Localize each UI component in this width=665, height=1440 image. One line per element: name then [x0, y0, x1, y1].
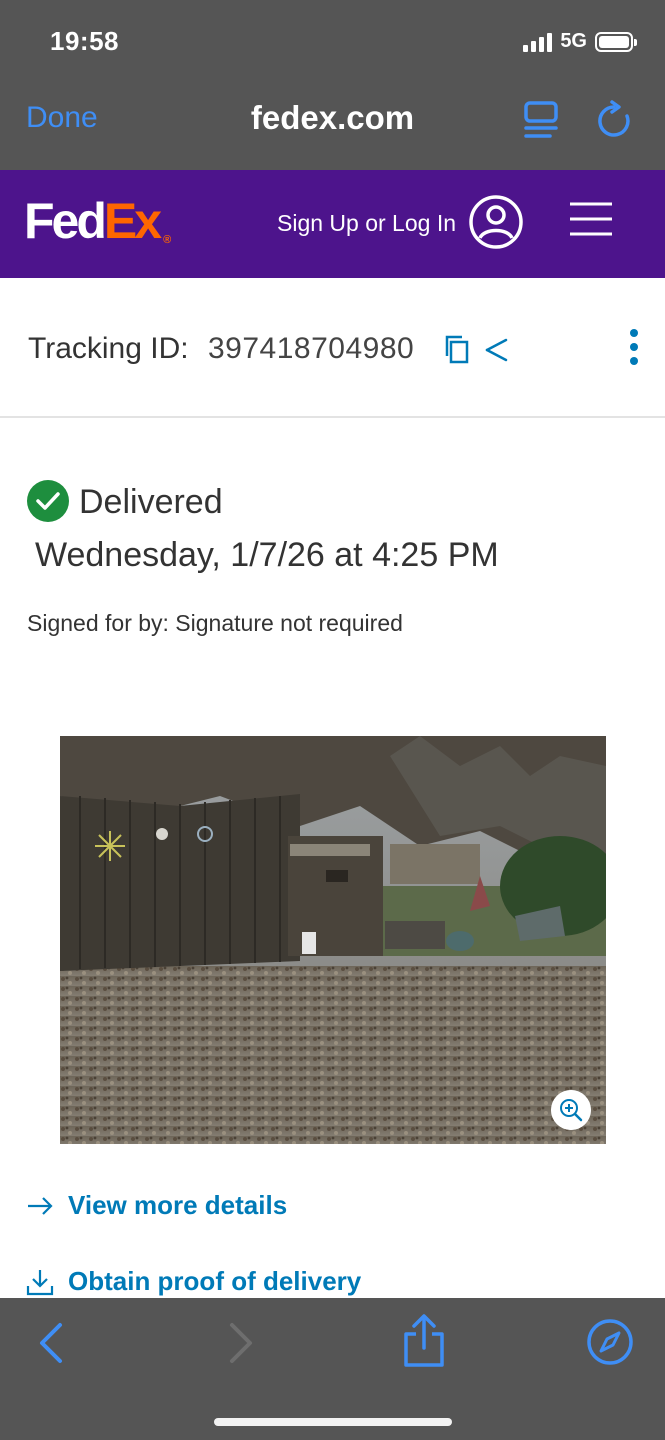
- chevron-right-icon[interactable]: [228, 1322, 256, 1364]
- obtain-proof-of-delivery-label: Obtain proof of delivery: [68, 1266, 362, 1296]
- home-indicator[interactable]: [214, 1418, 452, 1426]
- done-button[interactable]: Done: [26, 101, 98, 135]
- reader-icon[interactable]: [522, 100, 560, 140]
- arrow-right-icon: [28, 1196, 53, 1215]
- chevron-left-icon[interactable]: [36, 1322, 64, 1364]
- share-icon[interactable]: [482, 336, 510, 364]
- browser-bottom-toolbar: [0, 1298, 665, 1440]
- page-domain: fedex.com: [250, 99, 415, 136]
- obtain-proof-of-delivery-link[interactable]: Obtain proof of delivery: [26, 1266, 361, 1297]
- battery-icon: [595, 31, 637, 52]
- network-label: 5G: [560, 30, 587, 52]
- delivery-status: Delivered: [79, 483, 223, 521]
- tracking-row: Tracking ID: 397418704980: [0, 278, 665, 418]
- view-more-details-label: View more details: [68, 1190, 288, 1220]
- share-page-icon[interactable]: [400, 1314, 448, 1368]
- delivery-date: Wednesday, 1/7/26 at 4:25 PM: [35, 536, 499, 574]
- status-time: 19:58: [50, 26, 119, 56]
- signed-for-text: Signed for by: Signature not required: [27, 610, 403, 636]
- more-vertical-icon[interactable]: [626, 328, 642, 366]
- zoom-in-icon[interactable]: [551, 1090, 591, 1130]
- fedex-logo[interactable]: FedEx ®: [24, 196, 171, 246]
- check-circle-icon: [27, 480, 69, 522]
- sign-up-login-link[interactable]: Sign Up or Log In: [277, 210, 456, 237]
- reload-icon[interactable]: [594, 100, 634, 140]
- hamburger-menu-icon[interactable]: [568, 200, 614, 238]
- delivery-photo[interactable]: [60, 736, 606, 1144]
- delivery-photo-scene: [60, 736, 606, 1144]
- compass-icon[interactable]: [586, 1318, 634, 1366]
- tracking-number: 397418704980: [208, 332, 415, 365]
- account-icon[interactable]: [468, 194, 524, 250]
- browser-toolbar: Done fedex.com: [0, 84, 665, 170]
- copy-icon[interactable]: [444, 334, 470, 364]
- status-indicators: 5G: [523, 30, 637, 53]
- download-icon: [26, 1269, 54, 1295]
- tracking-label: Tracking ID:: [28, 332, 189, 365]
- signal-icon: [523, 32, 553, 52]
- view-more-details-link[interactable]: View more details: [26, 1190, 287, 1221]
- status-bar: 19:58 5G: [0, 0, 665, 84]
- site-header: FedEx ® Sign Up or Log In: [0, 170, 665, 278]
